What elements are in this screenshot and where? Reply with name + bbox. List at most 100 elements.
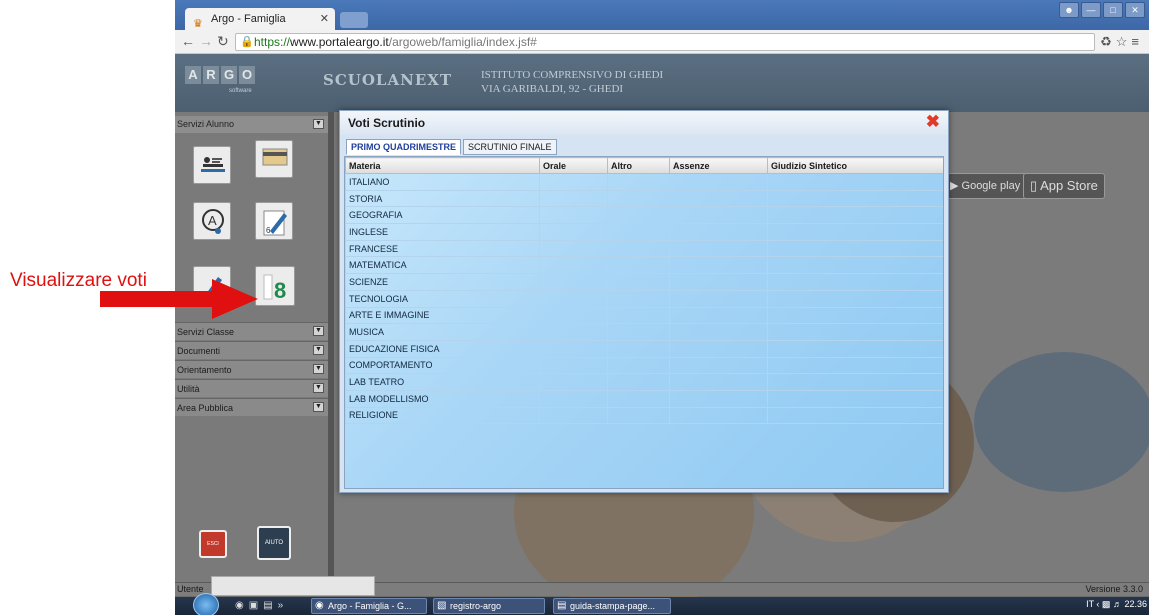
taskbar-item-document[interactable]: ▤ guida-stampa-page...	[553, 598, 671, 614]
column-header-giudizio[interactable]: Giudizio Sintetico	[767, 157, 943, 174]
windows-taskbar: ◉▣▤» ◉ Argo - Famiglia - G... ▧ registro-a…	[175, 593, 1149, 615]
table-row[interactable]: LAB TEATRO	[345, 373, 943, 391]
judgment-cell	[767, 306, 943, 325]
browser-tab[interactable]: ♛ Argo - Famiglia ✕	[185, 8, 335, 30]
judgment-cell	[767, 323, 943, 341]
judgment-cell	[767, 223, 943, 241]
table-row[interactable]: ARTE E IMMAGINE	[345, 306, 943, 325]
app-store-label: App Store	[1040, 178, 1098, 193]
sidebar-item-utilita[interactable]: Utilità ▼	[175, 379, 328, 397]
expand-icon[interactable]: ▼	[313, 364, 324, 374]
column-header-materia[interactable]: Materia	[345, 157, 540, 174]
table-row[interactable]: MATEMATICA	[345, 256, 943, 275]
extension-icon[interactable]: ♻	[1100, 34, 1116, 49]
sidebar-splitter[interactable]	[328, 112, 334, 582]
maximize-icon[interactable]: □	[1103, 2, 1123, 18]
table-row[interactable]: STORIA	[345, 189, 943, 208]
logo-letter: R	[203, 66, 219, 84]
sidebar-item-documenti[interactable]: Documenti ▼	[175, 341, 328, 359]
chrome-icon[interactable]: ◉	[235, 600, 249, 611]
reload-icon[interactable]: ↻	[217, 33, 229, 50]
network-icon[interactable]: ▩	[1102, 599, 1111, 609]
grade-cell	[539, 189, 608, 208]
forward-icon[interactable]: →	[199, 33, 213, 49]
url-scheme: https://	[254, 35, 291, 49]
table-row[interactable]: LAB MODELLISMO	[345, 389, 943, 408]
subject-cell: TECNOLOGIA	[345, 289, 540, 308]
taskbar-item-folder[interactable]: ▧ registro-argo	[433, 598, 545, 614]
tab-primo-quadrimestre[interactable]: PRIMO QUADRIMESTRE	[346, 139, 462, 155]
new-tab-button[interactable]	[340, 12, 368, 28]
collapse-icon[interactable]: ▼	[313, 119, 324, 129]
grade-cell	[607, 173, 670, 191]
subject-cell: RELIGIONE	[345, 406, 540, 425]
taskbar-item-label: guida-stampa-page...	[570, 601, 656, 611]
expand-icon[interactable]: ▼	[313, 383, 324, 393]
sidebar-section-header[interactable]: Servizi Alunno ▼	[175, 116, 328, 133]
close-icon[interactable]: ✖	[926, 113, 940, 131]
tab-scrutinio-finale[interactable]: SCRUTINIO FINALE	[463, 139, 557, 155]
judgment-cell	[767, 406, 943, 425]
table-row[interactable]: INGLESE	[345, 223, 943, 241]
bookmark-star-icon[interactable]: ☆	[1116, 34, 1132, 49]
expand-icon[interactable]: ▼	[313, 326, 324, 336]
column-header-assenze[interactable]: Assenze	[669, 157, 768, 174]
subject-cell: FRANCESE	[345, 239, 540, 258]
clock[interactable]: 22.36	[1124, 599, 1147, 609]
table-row[interactable]: GEOGRAFIA	[345, 206, 943, 225]
scrutinio-grades-button[interactable]: 8	[255, 266, 295, 306]
payments-button[interactable]	[255, 140, 293, 178]
explorer-icon[interactable]: ▤	[263, 600, 277, 611]
table-row[interactable]: MUSICA	[345, 323, 943, 341]
logo-letter: A	[185, 66, 201, 84]
profile-icon[interactable]: ☻	[1059, 2, 1079, 18]
anagrafe-button[interactable]	[193, 146, 231, 184]
table-row[interactable]: SCIENZE	[345, 273, 943, 291]
url-input[interactable]: 🔒 https://www.portaleargo.it/argoweb/fam…	[235, 33, 1095, 51]
sidebar-item-area-pubblica[interactable]: Area Pubblica ▼	[175, 398, 328, 416]
grades-table: Materia Orale Altro Assenze Giudizio Sin…	[345, 157, 943, 425]
minimize-icon[interactable]: —	[1081, 2, 1101, 18]
table-row[interactable]: RELIGIONE	[345, 406, 943, 425]
expand-icon[interactable]: ▼	[313, 345, 324, 355]
app-store-badge[interactable]: ▯ App Store	[1023, 173, 1105, 199]
grade-cell	[607, 223, 670, 241]
close-window-icon[interactable]: ✕	[1125, 2, 1145, 18]
argo-logo: A R G O	[185, 66, 255, 84]
grade-cell	[539, 239, 608, 258]
table-row[interactable]: TECNOLOGIA	[345, 289, 943, 308]
absences-button[interactable]: A	[193, 202, 231, 240]
table-row[interactable]: FRANCESE	[345, 239, 943, 258]
tab-close-icon[interactable]: ✕	[320, 8, 329, 30]
judgment-cell	[767, 289, 943, 308]
table-row[interactable]: ITALIANO	[345, 173, 943, 191]
expand-icon[interactable]: ▼	[313, 402, 324, 412]
column-header-altro[interactable]: Altro	[607, 157, 670, 174]
overflow-icon[interactable]: »	[278, 600, 289, 611]
grade-cell	[539, 223, 608, 241]
sidebar-item-orientamento[interactable]: Orientamento ▼	[175, 360, 328, 378]
desktop-icon[interactable]: ▣	[249, 600, 263, 611]
google-play-badge[interactable]: ▶ Google play	[943, 173, 1028, 199]
taskbar-item-browser[interactable]: ◉ Argo - Famiglia - G...	[311, 598, 427, 614]
column-header-orale[interactable]: Orale	[539, 157, 608, 174]
menu-icon[interactable]: ≡	[1131, 34, 1143, 49]
subject-cell: ITALIANO	[345, 173, 540, 191]
sidebar-item-servizi-classe[interactable]: Servizi Classe ▼	[175, 322, 328, 340]
back-icon[interactable]: ←	[181, 33, 195, 49]
daily-grades-button[interactable]: 6	[255, 202, 293, 240]
start-button[interactable]	[193, 593, 219, 615]
subject-cell: COMPORTAMENTO	[345, 356, 540, 375]
help-button[interactable]: AIUTO	[257, 526, 291, 560]
grade-cell	[607, 406, 670, 425]
grade-cell	[539, 339, 608, 358]
dialog-title-text: Voti Scrutinio	[348, 116, 426, 130]
volume-icon[interactable]: ♬	[1113, 599, 1122, 609]
language-indicator[interactable]: IT	[1086, 599, 1094, 609]
lock-icon: 🔒	[240, 36, 254, 48]
exit-button[interactable]: ESCI	[199, 530, 227, 558]
judgment-cell	[767, 206, 943, 225]
table-row[interactable]: COMPORTAMENTO	[345, 356, 943, 375]
table-row[interactable]: EDUCAZIONE FISICA	[345, 339, 943, 358]
sidebar-item-label: Area Pubblica	[177, 403, 234, 413]
